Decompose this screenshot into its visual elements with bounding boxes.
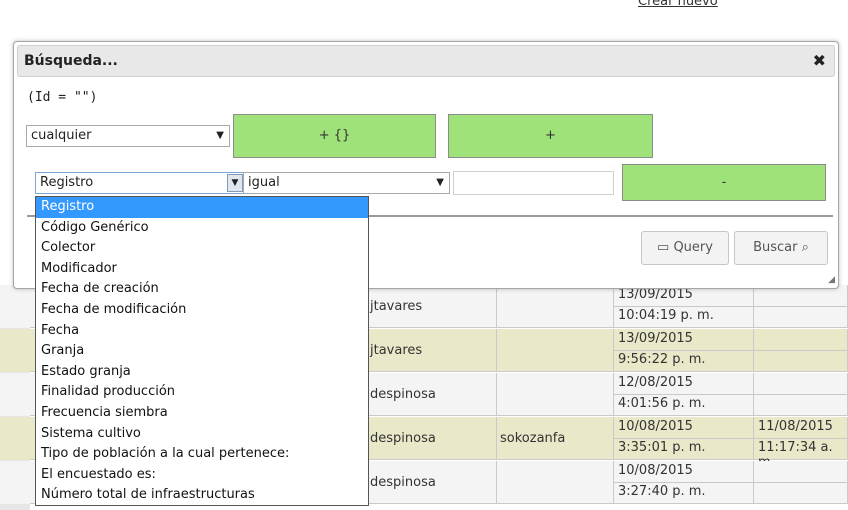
modified-date-cell xyxy=(754,285,848,328)
comment-icon: ▭ xyxy=(657,240,674,255)
page-top: Crear nuevo xyxy=(0,0,848,30)
dropdown-option[interactable]: Fecha de modificación xyxy=(36,300,368,321)
condition-value-input[interactable] xyxy=(453,171,614,195)
obs-cell: sokozanfa xyxy=(497,417,614,460)
dropdown-option[interactable]: Finalidad producción xyxy=(36,382,368,403)
user-cell: jtavares xyxy=(366,329,497,372)
time-text: 4:01:56 p. m. xyxy=(618,396,706,411)
cell-divider xyxy=(754,350,847,351)
cell-divider xyxy=(614,438,753,439)
cell-divider xyxy=(614,482,753,483)
close-icon[interactable]: ✖ xyxy=(813,51,826,70)
operator-select[interactable]: igual ▼ xyxy=(243,172,450,194)
obs-cell xyxy=(497,461,614,504)
created-date-cell: 10/08/2015 3:27:40 p. m. xyxy=(614,461,754,504)
search-button-label: Buscar xyxy=(753,240,798,255)
dropdown-option[interactable]: Colector xyxy=(36,238,368,259)
dialog-title: Búsqueda... xyxy=(24,53,118,69)
user-cell: despinosa xyxy=(366,373,497,416)
remove-condition-button[interactable]: - xyxy=(622,164,826,201)
date-text: 10/08/2015 xyxy=(618,463,693,478)
search-icon: ⌕ xyxy=(797,240,809,255)
date-text: 10/08/2015 xyxy=(618,419,693,434)
search-button[interactable]: Buscar ⌕ xyxy=(734,231,828,265)
cell-divider xyxy=(754,438,847,439)
dropdown-option[interactable]: Frecuencia siembra xyxy=(36,403,368,424)
cell-divider xyxy=(614,394,753,395)
chevron-down-icon: ▼ xyxy=(227,174,243,192)
created-date-cell: 13/09/2015 10:04:19 p. m. xyxy=(614,285,754,328)
obs-cell xyxy=(497,285,614,328)
cell-divider xyxy=(754,306,847,307)
dropdown-option[interactable]: Registro xyxy=(36,197,368,218)
group-operator-select[interactable]: cualquier ▼ xyxy=(26,125,230,147)
dropdown-option[interactable]: Estado granja xyxy=(36,362,368,383)
modified-date-cell xyxy=(754,329,848,372)
dropdown-option[interactable]: Número total de infraestructuras xyxy=(36,485,368,506)
chevron-down-icon: ▼ xyxy=(436,177,444,188)
resize-handle-icon[interactable]: ◢ xyxy=(828,275,835,285)
time-text: 3:35:01 p. m. xyxy=(618,440,706,455)
operator-select-value: igual xyxy=(248,175,280,190)
created-date-cell: 10/08/2015 3:35:01 p. m. xyxy=(614,417,754,460)
group-operator-value: cualquier xyxy=(31,128,92,143)
cell-divider xyxy=(754,482,847,483)
obs-cell xyxy=(497,373,614,416)
cell-divider xyxy=(754,394,847,395)
dropdown-option[interactable]: Granja xyxy=(36,341,368,362)
dropdown-option[interactable]: Sistema cultivo xyxy=(36,424,368,445)
date-text: 11/08/2015 xyxy=(758,419,833,434)
modified-date-cell: 11/08/201511:17:34 a. m. xyxy=(754,417,848,470)
cell-divider xyxy=(614,350,753,351)
time-text: 3:27:40 p. m. xyxy=(618,484,706,499)
cell-divider xyxy=(614,306,753,307)
time-text: 10:04:19 p. m. xyxy=(618,308,714,323)
field-dropdown-list[interactable]: Registro Código Genérico Colector Modificad… xyxy=(35,196,369,506)
add-condition-button[interactable]: + xyxy=(448,114,653,158)
date-text: 13/09/2015 xyxy=(618,331,693,346)
user-cell: despinosa xyxy=(366,461,497,504)
date-text: 13/09/2015 xyxy=(618,287,693,302)
query-button-label: Query xyxy=(673,240,713,255)
obs-cell xyxy=(497,329,614,372)
dropdown-option[interactable]: Código Genérico xyxy=(36,218,368,239)
field-select[interactable]: Registro ▼ xyxy=(35,172,245,194)
modified-date-cell xyxy=(754,461,848,504)
dropdown-option[interactable]: Modificador xyxy=(36,259,368,280)
query-button[interactable]: ▭ Query xyxy=(641,231,729,265)
time-text: 9:56:22 p. m. xyxy=(618,352,706,367)
field-select-value: Registro xyxy=(40,175,94,190)
add-group-button[interactable]: + {} xyxy=(233,114,436,158)
dropdown-option[interactable]: Fecha de creación xyxy=(36,279,368,300)
dropdown-option[interactable]: El encuestado es: xyxy=(36,465,368,486)
user-cell: despinosa xyxy=(366,417,497,460)
chevron-down-icon: ▼ xyxy=(216,130,224,141)
user-cell: jtavares xyxy=(366,285,497,328)
dropdown-option[interactable]: Tipo de población a la cual pertenece: xyxy=(36,444,368,465)
query-expression: (Id = "") xyxy=(27,90,98,105)
created-date-cell: 12/08/2015 4:01:56 p. m. xyxy=(614,373,754,416)
dialog-titlebar: Búsqueda... ✖ xyxy=(17,45,835,77)
dropdown-option[interactable]: Fecha xyxy=(36,321,368,342)
create-new-link[interactable]: Crear nuevo xyxy=(638,0,718,9)
created-date-cell: 13/09/2015 9:56:22 p. m. xyxy=(614,329,754,372)
date-text: 12/08/2015 xyxy=(618,375,693,390)
modified-date-cell xyxy=(754,373,848,416)
